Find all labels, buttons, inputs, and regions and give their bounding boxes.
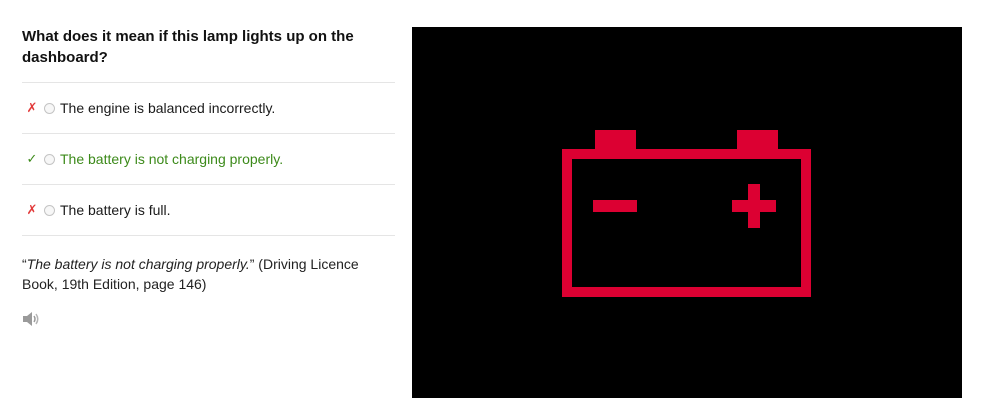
warning-lamp-image	[412, 27, 962, 398]
correct-mark-icon: ✓	[26, 151, 38, 166]
explanation-text: “The battery is not charging properly.” …	[22, 254, 395, 294]
answer-option-1[interactable]: ✗ The engine is balanced incorrectly.	[22, 83, 395, 134]
question-panel: What does it mean if this lamp lights up…	[22, 26, 395, 328]
radio-button[interactable]	[44, 204, 55, 216]
battery-warning-icon	[562, 130, 811, 297]
wrong-mark-icon: ✗	[26, 202, 38, 217]
answer-option-2[interactable]: ✓ The battery is not charging properly.	[22, 134, 395, 185]
speaker-icon[interactable]	[22, 310, 42, 328]
question-text: What does it mean if this lamp lights up…	[22, 28, 354, 66]
answer-label: The engine is balanced incorrectly.	[60, 100, 276, 116]
radio-button[interactable]	[44, 153, 55, 165]
answer-list: ✗ The engine is balanced incorrectly. ✓ …	[22, 82, 395, 236]
explanation-quote: The battery is not charging properly.	[26, 256, 250, 272]
answer-label: The battery is not charging properly.	[60, 151, 284, 167]
answer-option-3[interactable]: ✗ The battery is full.	[22, 185, 395, 236]
wrong-mark-icon: ✗	[26, 100, 38, 115]
radio-button[interactable]	[44, 102, 55, 114]
answer-label: The battery is full.	[60, 202, 171, 218]
